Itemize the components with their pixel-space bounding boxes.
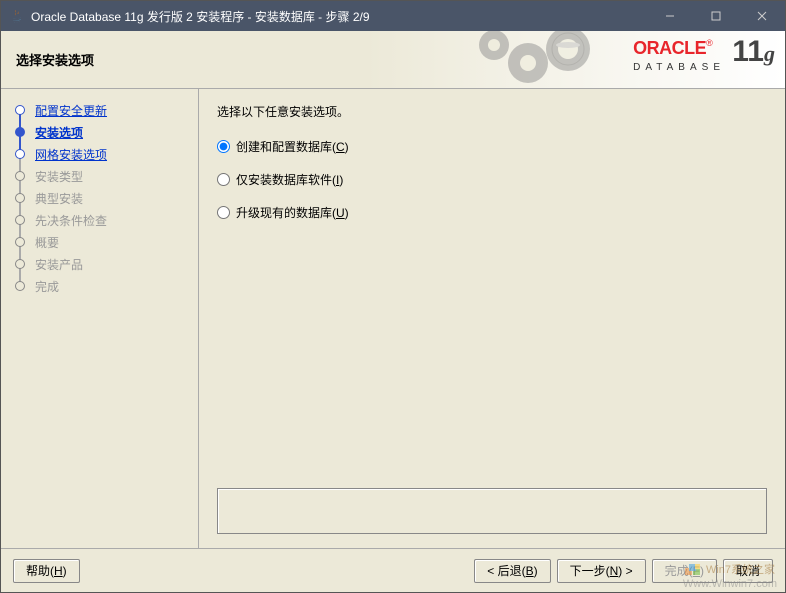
maximize-button[interactable]	[693, 1, 739, 31]
wizard-step: 典型安装	[1, 187, 198, 209]
radio-label: 升级现有的数据库(U)	[236, 204, 349, 221]
radio-label: 仅安装数据库软件(I)	[236, 171, 343, 188]
step-label: 典型安装	[35, 190, 83, 207]
step-label: 配置安全更新	[35, 102, 107, 119]
wizard-step[interactable]: 网格安装选项	[1, 143, 198, 165]
gears-decoration	[470, 31, 620, 89]
body: 配置安全更新安装选项网格安装选项安装类型典型安装先决条件检查概要安装产品完成 选…	[1, 89, 785, 548]
subbrand-text: DATABASE	[633, 62, 725, 73]
radio-label: 创建和配置数据库(C)	[236, 138, 349, 155]
version-logo: 11g	[732, 35, 775, 69]
minimize-button[interactable]	[647, 1, 693, 31]
step-dot-icon	[15, 215, 25, 225]
wizard-step: 安装类型	[1, 165, 198, 187]
step-label: 概要	[35, 234, 59, 251]
wizard-step[interactable]: 安装选项	[1, 121, 198, 143]
step-dot-icon	[15, 281, 25, 291]
titlebar: Oracle Database 11g 发行版 2 安装程序 - 安装数据库 -…	[1, 1, 785, 31]
instruction-text: 选择以下任意安装选项。	[217, 103, 767, 120]
main-content: 选择以下任意安装选项。 创建和配置数据库(C) 仅安装数据库软件(I) 升级现有的数…	[199, 89, 785, 548]
step-dot-icon	[15, 105, 25, 115]
radio-input[interactable]	[217, 173, 230, 186]
wizard-step: 完成	[1, 275, 198, 297]
step-dot-icon	[15, 193, 25, 203]
step-dot-icon	[15, 171, 25, 181]
wizard-step: 先决条件检查	[1, 209, 198, 231]
step-dot-icon	[15, 259, 25, 269]
cancel-button[interactable]: 取消	[723, 559, 773, 583]
window-controls	[647, 1, 785, 31]
radio-input[interactable]	[217, 206, 230, 219]
oracle-logo: ORACLE® DATABASE	[633, 38, 725, 73]
step-label: 安装类型	[35, 168, 83, 185]
step-dot-icon	[15, 149, 25, 159]
close-button[interactable]	[739, 1, 785, 31]
wizard-step[interactable]: 配置安全更新	[1, 99, 198, 121]
install-option-radio[interactable]: 仅安装数据库软件(I)	[217, 171, 767, 188]
header: 选择安装选项 ORACLE® DATABASE 11g	[1, 31, 785, 89]
brand-text: ORACLE	[633, 38, 706, 58]
page-title: 选择安装选项	[1, 50, 94, 69]
footer: 帮助(H) < 后退(B) 下一步(N) > 完成(F) 取消 Win7系统之家…	[1, 548, 785, 592]
step-dot-icon	[15, 237, 25, 247]
step-label: 先决条件检查	[35, 212, 107, 229]
step-label: 安装产品	[35, 256, 83, 273]
install-option-radio[interactable]: 创建和配置数据库(C)	[217, 138, 767, 155]
finish-button: 完成(F)	[652, 559, 717, 583]
step-label: 网格安装选项	[35, 146, 107, 163]
step-label: 完成	[35, 278, 59, 295]
radio-input[interactable]	[217, 140, 230, 153]
install-option-radio[interactable]: 升级现有的数据库(U)	[217, 204, 767, 221]
java-icon	[9, 8, 25, 24]
wizard-step: 安装产品	[1, 253, 198, 275]
message-area	[217, 488, 767, 534]
next-button[interactable]: 下一步(N) >	[557, 559, 646, 583]
window-title: Oracle Database 11g 发行版 2 安装程序 - 安装数据库 -…	[31, 8, 647, 25]
step-dot-icon	[15, 127, 25, 137]
help-button[interactable]: 帮助(H)	[13, 559, 80, 583]
installer-window: Oracle Database 11g 发行版 2 安装程序 - 安装数据库 -…	[0, 0, 786, 593]
wizard-step: 概要	[1, 231, 198, 253]
wizard-steps-sidebar: 配置安全更新安装选项网格安装选项安装类型典型安装先决条件检查概要安装产品完成	[1, 89, 199, 548]
back-button[interactable]: < 后退(B)	[474, 559, 550, 583]
step-label: 安装选项	[35, 124, 83, 141]
